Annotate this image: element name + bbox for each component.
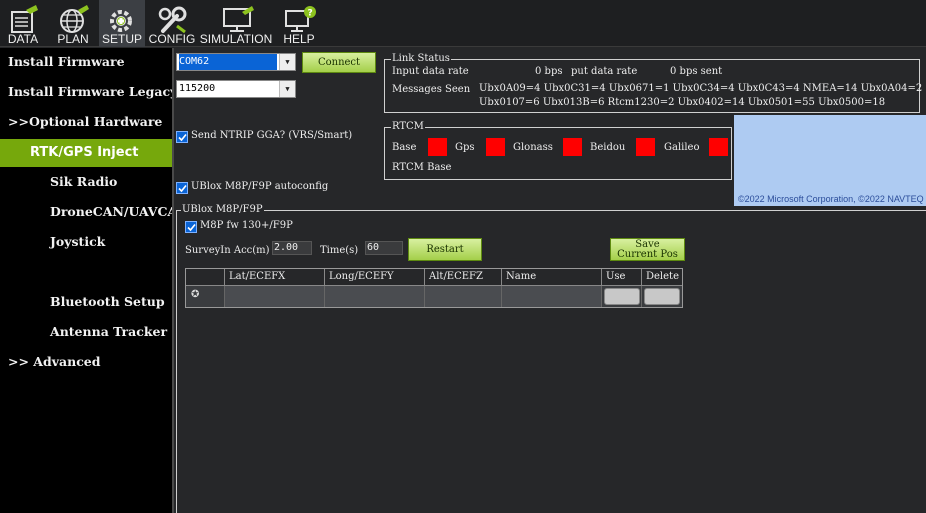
messages-line-1: Ubx0A09=4 Ubx0C31=4 Ubx0671=1 Ubx0C34=4 … (479, 83, 923, 94)
chevron-down-icon[interactable]: ▼ (279, 81, 295, 97)
checkmark-icon (186, 223, 196, 231)
restart-button[interactable]: Restart (408, 238, 482, 261)
rtcm-gps-label: Gps (455, 142, 475, 153)
toolbar-config-button[interactable]: CONFIG (149, 0, 195, 47)
setup-icon (110, 10, 132, 32)
use-button[interactable] (604, 288, 640, 305)
grid-header-use: Use (602, 269, 642, 286)
messages-seen-label: Messages Seen (392, 84, 471, 95)
sidebar-item-dronecan-uavcan[interactable]: DroneCAN/UAVCAN (0, 201, 172, 223)
data-icon (11, 5, 38, 33)
connect-button[interactable]: Connect (302, 52, 376, 73)
port-select[interactable]: COM62 ▼ (176, 53, 296, 71)
input-rate-value: 0 bps (535, 66, 563, 77)
grid-cell-long[interactable] (325, 286, 425, 307)
sidebar-item-rtk-gps-inject[interactable]: RTK/GPS Inject (0, 139, 172, 167)
ntrip-gga-checkbox[interactable] (176, 131, 188, 143)
baud-select-value: 115200 (179, 83, 216, 94)
toolbar-simulation-label: SIMULATION (199, 32, 273, 46)
config-icon (158, 6, 187, 34)
save-current-pos-label-2: Current Pos (617, 248, 678, 260)
galileo-status-indicator (709, 138, 728, 156)
help-icon: ? (285, 6, 316, 32)
grid-row-header-corner (186, 269, 225, 286)
link-status-title: Link Status (391, 53, 451, 65)
save-current-pos-label-1: Save (635, 238, 660, 250)
output-rate-value: 0 bps sent (670, 66, 723, 77)
gps-status-indicator (486, 138, 505, 156)
grid-header-lat: Lat/ECEFX (225, 269, 325, 286)
grid-header-delete: Delete (642, 269, 682, 286)
input-rate-label: Input data rate (392, 66, 469, 77)
toolbar-help-label: HELP (283, 32, 315, 46)
messages-line-2: Ubx0107=6 Ubx013B=6 Rtcm1230=2 Ubx0402=1… (479, 97, 886, 108)
map-credit: ©2022 Microsoft Corporation, ©2022 NAVTE… (738, 194, 924, 204)
checkmark-icon (177, 184, 187, 192)
plan-icon (60, 5, 89, 33)
main-toolbar: DATA PLAN SETUP CONFIG SIMULATION ? HELP (0, 0, 926, 47)
grid-row-header[interactable]: ✪ (186, 286, 225, 307)
m8p-fw-label: M8P fw 130+/F9P (200, 220, 293, 231)
new-row-icon: ✪ (191, 289, 200, 300)
base-positions-grid: Lat/ECEFX Long/ECEFY Alt/ECEFZ Name Use … (185, 268, 683, 308)
toolbar-setup-button[interactable]: SETUP (99, 0, 145, 47)
ntrip-gga-label: Send NTRIP GGA? (VRS/Smart) (191, 130, 353, 141)
port-select-value: COM62 (179, 54, 277, 70)
delete-button[interactable] (644, 288, 680, 305)
toolbar-help-button[interactable]: ? HELP (276, 0, 322, 47)
rtcm-beidou-label: Beidou (590, 142, 626, 153)
grid-header-long: Long/ECEFY (325, 269, 425, 286)
sidebar-item-install-firmware-legacy[interactable]: Install Firmware Legacy (0, 81, 172, 103)
sidebar-item-advanced[interactable]: >> Advanced (0, 351, 172, 373)
base-position-map[interactable]: ©2022 Microsoft Corporation, ©2022 NAVTE… (734, 115, 926, 206)
grid-header-name: Name (502, 269, 602, 286)
rtcm-title: RTCM (391, 121, 425, 133)
ublox-group-title: UBlox M8P/F9P (181, 204, 264, 216)
toolbar-simulation-button[interactable]: SIMULATION (200, 0, 272, 47)
simulation-icon (223, 6, 254, 32)
output-rate-label: put data rate (571, 66, 638, 77)
glonass-status-indicator (563, 138, 582, 156)
ublox-autoconfig-label: UBlox M8P/F9P autoconfig (191, 181, 329, 192)
rtcm-galileo-label: Galileo (664, 142, 700, 153)
toolbar-plan-button[interactable]: PLAN (50, 0, 96, 47)
rtk-gps-inject-panel: COM62 ▼ 115200 ▼ Connect Link Status Inp… (174, 48, 926, 513)
toolbar-setup-label: SETUP (101, 32, 142, 46)
rtcm-base-label: Base (392, 142, 417, 153)
save-current-pos-button[interactable]: Save Current Pos (610, 238, 685, 261)
toolbar-plan-label: PLAN (57, 32, 89, 46)
svg-text:?: ? (308, 9, 313, 19)
survey-time-input[interactable]: 60 (365, 241, 403, 255)
survey-time-label: Time(s) (320, 245, 359, 256)
m8p-fw-checkbox[interactable] (185, 221, 197, 233)
ublox-group: UBlox M8P/F9P (176, 204, 926, 513)
toolbar-data-label: DATA (7, 32, 39, 46)
toolbar-data-button[interactable]: DATA (0, 0, 46, 47)
setup-sidebar: Install Firmware Install Firmware Legacy… (0, 48, 172, 513)
chevron-down-icon[interactable]: ▼ (279, 54, 295, 70)
grid-cell-alt[interactable] (425, 286, 502, 307)
sidebar-item-antenna-tracker[interactable]: Antenna Tracker (0, 321, 172, 343)
survey-accuracy-input[interactable]: 2.00 (272, 241, 312, 255)
survey-accuracy-label: SurveyIn Acc(m) (185, 245, 270, 256)
grid-header-alt: Alt/ECEFZ (425, 269, 502, 286)
sidebar-item-sik-radio[interactable]: Sik Radio (0, 171, 172, 193)
grid-cell-name[interactable] (502, 286, 602, 307)
sidebar-item-joystick[interactable]: Joystick (0, 231, 172, 253)
rtcm-base-status-label: RTCM Base (392, 162, 452, 173)
rtcm-glonass-label: Glonass (513, 142, 553, 153)
checkmark-icon (177, 133, 187, 141)
baud-select[interactable]: 115200 ▼ (176, 80, 296, 98)
toolbar-config-label: CONFIG (148, 32, 196, 46)
beidou-status-indicator (636, 138, 655, 156)
link-status-group: Link Status Input data rate 0 bps put da… (384, 53, 923, 113)
base-status-indicator (428, 138, 447, 156)
sidebar-item-install-firmware[interactable]: Install Firmware (0, 51, 172, 73)
grid-cell-lat[interactable] (225, 286, 325, 307)
rtcm-group: RTCM Base Gps Glonass Beidou Galileo RTC… (384, 121, 732, 180)
sidebar-item-bluetooth-setup[interactable]: Bluetooth Setup (0, 291, 172, 313)
sidebar-item-optional-hardware[interactable]: >>Optional Hardware (0, 111, 172, 133)
ublox-autoconfig-checkbox[interactable] (176, 182, 188, 194)
